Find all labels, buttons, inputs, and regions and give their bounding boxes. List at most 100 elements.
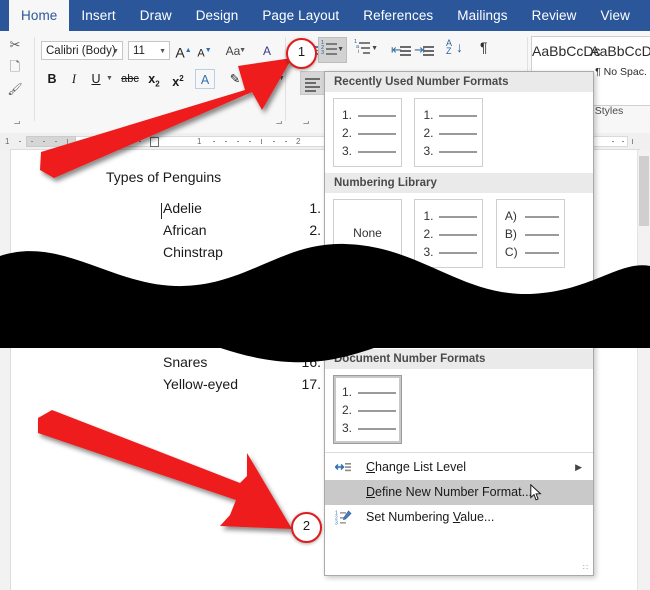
none-label: None <box>353 226 382 240</box>
ribbon-tab-insert[interactable]: Insert <box>69 0 127 31</box>
style-name: ¶ No Spac. <box>595 66 647 78</box>
clear-formatting-label: A <box>262 44 271 58</box>
ribbon-tab-view[interactable]: View <box>589 0 642 31</box>
hanging-indent-marker[interactable] <box>150 137 159 147</box>
number-format-option[interactable]: 1. 2. 3. <box>414 98 484 167</box>
format-painter-icon[interactable]: 🖌 <box>5 79 25 99</box>
numbering-dropdown-menu[interactable]: Recently Used Number Formats 1. 2. 3. 1.… <box>324 71 594 576</box>
font-size-box[interactable]: 11 ▼ <box>128 41 170 60</box>
shrink-font-label: A <box>197 47 205 60</box>
superscript-index: 2 <box>179 74 184 83</box>
marker-label: ii. <box>342 302 351 316</box>
menu-item-define-new-number-format[interactable]: Define New Number Format... <box>325 480 593 505</box>
underline-chevron-icon[interactable]: ▼ <box>106 69 113 89</box>
style-item-no-spacing[interactable]: ¶ No Spac. <box>590 65 650 79</box>
font-dialog-launcher[interactable] <box>273 117 285 129</box>
list-item-number: 3. <box>309 244 321 260</box>
numbering-button[interactable]: 1 2 3 ▼ <box>318 37 347 63</box>
superscript-button[interactable]: x2 <box>168 69 188 89</box>
submenu-arrow-icon: ▶ <box>575 462 582 472</box>
number-format-option[interactable]: 1. 2. 3. <box>333 98 402 167</box>
chevron-down-icon[interactable]: ▼ <box>159 42 166 61</box>
paragraph-dialog-launcher[interactable] <box>300 117 312 129</box>
ribbon-tab-mailings[interactable]: Mailings <box>445 0 519 31</box>
numbering-library-gallery: None 1. 2. 3. A) B) C) <box>325 193 593 274</box>
shrink-font-button[interactable]: A▼ <box>196 41 213 61</box>
change-list-level-icon <box>334 459 352 476</box>
menu-item-label: Set Numbering Value... <box>366 510 494 524</box>
font-color-chevron-icon[interactable]: ▼ <box>278 69 285 89</box>
italic-label: I <box>71 72 77 86</box>
bold-label: B <box>47 72 57 86</box>
menu-divider <box>325 452 593 453</box>
underline-button[interactable]: U <box>86 69 106 89</box>
ribbon-tab-label: Draw <box>139 8 172 23</box>
highlight-chevron-icon[interactable]: ▼ <box>244 69 251 89</box>
marker-label: 1. <box>423 209 434 223</box>
vertical-scrollbar[interactable] <box>637 150 650 590</box>
menu-item-set-numbering-value[interactable]: 1 2 3 Set Numbering Value... <box>325 505 593 530</box>
grow-font-label: A <box>175 44 185 61</box>
number-format-option[interactable]: i. ii. iii. <box>333 274 402 343</box>
list-item-number: 1. <box>309 200 321 216</box>
ribbon-tab-references[interactable]: References <box>351 0 445 31</box>
align-left-button[interactable] <box>300 71 325 95</box>
ribbon-tab-draw[interactable]: Draw <box>128 0 184 31</box>
ribbon-tab-design[interactable]: Design <box>184 0 251 31</box>
show-formatting-marks-button[interactable]: ¶ <box>476 39 494 60</box>
ribbon-tab-page-layout[interactable]: Page Layout <box>250 0 351 31</box>
ribbon-tab-home[interactable]: Home <box>9 0 70 31</box>
marker-label: 3. <box>423 144 434 158</box>
ribbon-tab-label: View <box>600 8 630 23</box>
text-effects-button[interactable]: A <box>195 69 215 89</box>
ribbon-tab-label: Insert <box>81 8 116 23</box>
menu-item-label: Change List Level <box>366 460 466 474</box>
multilevel-list-button[interactable]: 1 a i ▼ <box>351 37 380 63</box>
bold-button[interactable]: B <box>42 69 62 89</box>
style-item[interactable]: AaBbCcDc <box>532 43 601 59</box>
ribbon-tab-label: Home <box>21 8 58 23</box>
increase-indent-button[interactable]: ⇥ <box>414 40 435 61</box>
numbering-chevron-icon[interactable]: ▼ <box>337 46 344 53</box>
menu-label-rest: hange List Level <box>375 460 467 474</box>
scissors-icon[interactable]: ✂ <box>5 35 25 55</box>
chevron-down-icon[interactable]: ▼ <box>112 42 119 61</box>
underline-label: U <box>91 72 101 86</box>
resize-grip-icon[interactable]: ∷ <box>583 563 589 572</box>
font-color-button[interactable]: A <box>257 69 277 89</box>
number-format-option-selected[interactable]: 1. 2. 3. <box>333 375 402 444</box>
ribbon-tab-developer[interactable]: Developer <box>642 0 650 31</box>
scrollbar-thumb[interactable] <box>639 156 649 226</box>
clear-formatting-button[interactable]: A <box>257 41 277 61</box>
change-case-button[interactable]: Aa ▼ <box>221 41 246 61</box>
ribbon-tabs: Home Insert Draw Design Page Layout Reference… <box>0 0 650 31</box>
annotation-badge-1: 1 <box>286 38 317 69</box>
ribbon-tab-label: Review <box>531 8 577 23</box>
text-highlight-color-button[interactable]: ✎ <box>225 69 245 89</box>
font-name-box[interactable]: Calibri (Body) ▼ <box>41 41 123 60</box>
strikethrough-label: abc <box>121 73 139 85</box>
grow-font-button[interactable]: A▲ <box>175 41 192 61</box>
ribbon-tab-label: Design <box>195 8 239 23</box>
style-preview: AaBbCcDc <box>532 43 601 59</box>
number-format-option[interactable]: 1. 2. 3. <box>414 199 484 268</box>
strikethrough-button[interactable]: abc <box>120 69 140 89</box>
italic-button[interactable]: I <box>64 69 84 89</box>
marker-label: iii. <box>342 320 354 334</box>
marker-label: B) <box>504 227 517 241</box>
sort-button[interactable]: A Z ↓ <box>444 38 466 60</box>
copy-icon[interactable]: 🗋 <box>5 57 25 77</box>
sort-z-label: Z <box>446 46 452 56</box>
decrease-indent-button[interactable]: ⇤ <box>391 40 412 61</box>
multilevel-chevron-icon[interactable]: ▼ <box>371 45 378 52</box>
style-item[interactable]: AaBbCcD <box>590 43 650 59</box>
marker-label: C) <box>504 245 518 259</box>
number-format-option-none[interactable]: None <box>333 199 402 268</box>
ribbon-tab-review[interactable]: Review <box>520 0 589 31</box>
clipboard-dialog-launcher[interactable] <box>11 117 23 129</box>
menu-section-heading: Recently Used Number Formats <box>325 72 593 92</box>
number-format-option[interactable]: A) B) C) <box>495 199 565 268</box>
menu-item-change-list-level[interactable]: Change List Level ▶ <box>325 455 593 480</box>
subscript-button[interactable]: x2 <box>144 69 164 89</box>
ribbon-tab-label: Page Layout <box>262 8 340 23</box>
